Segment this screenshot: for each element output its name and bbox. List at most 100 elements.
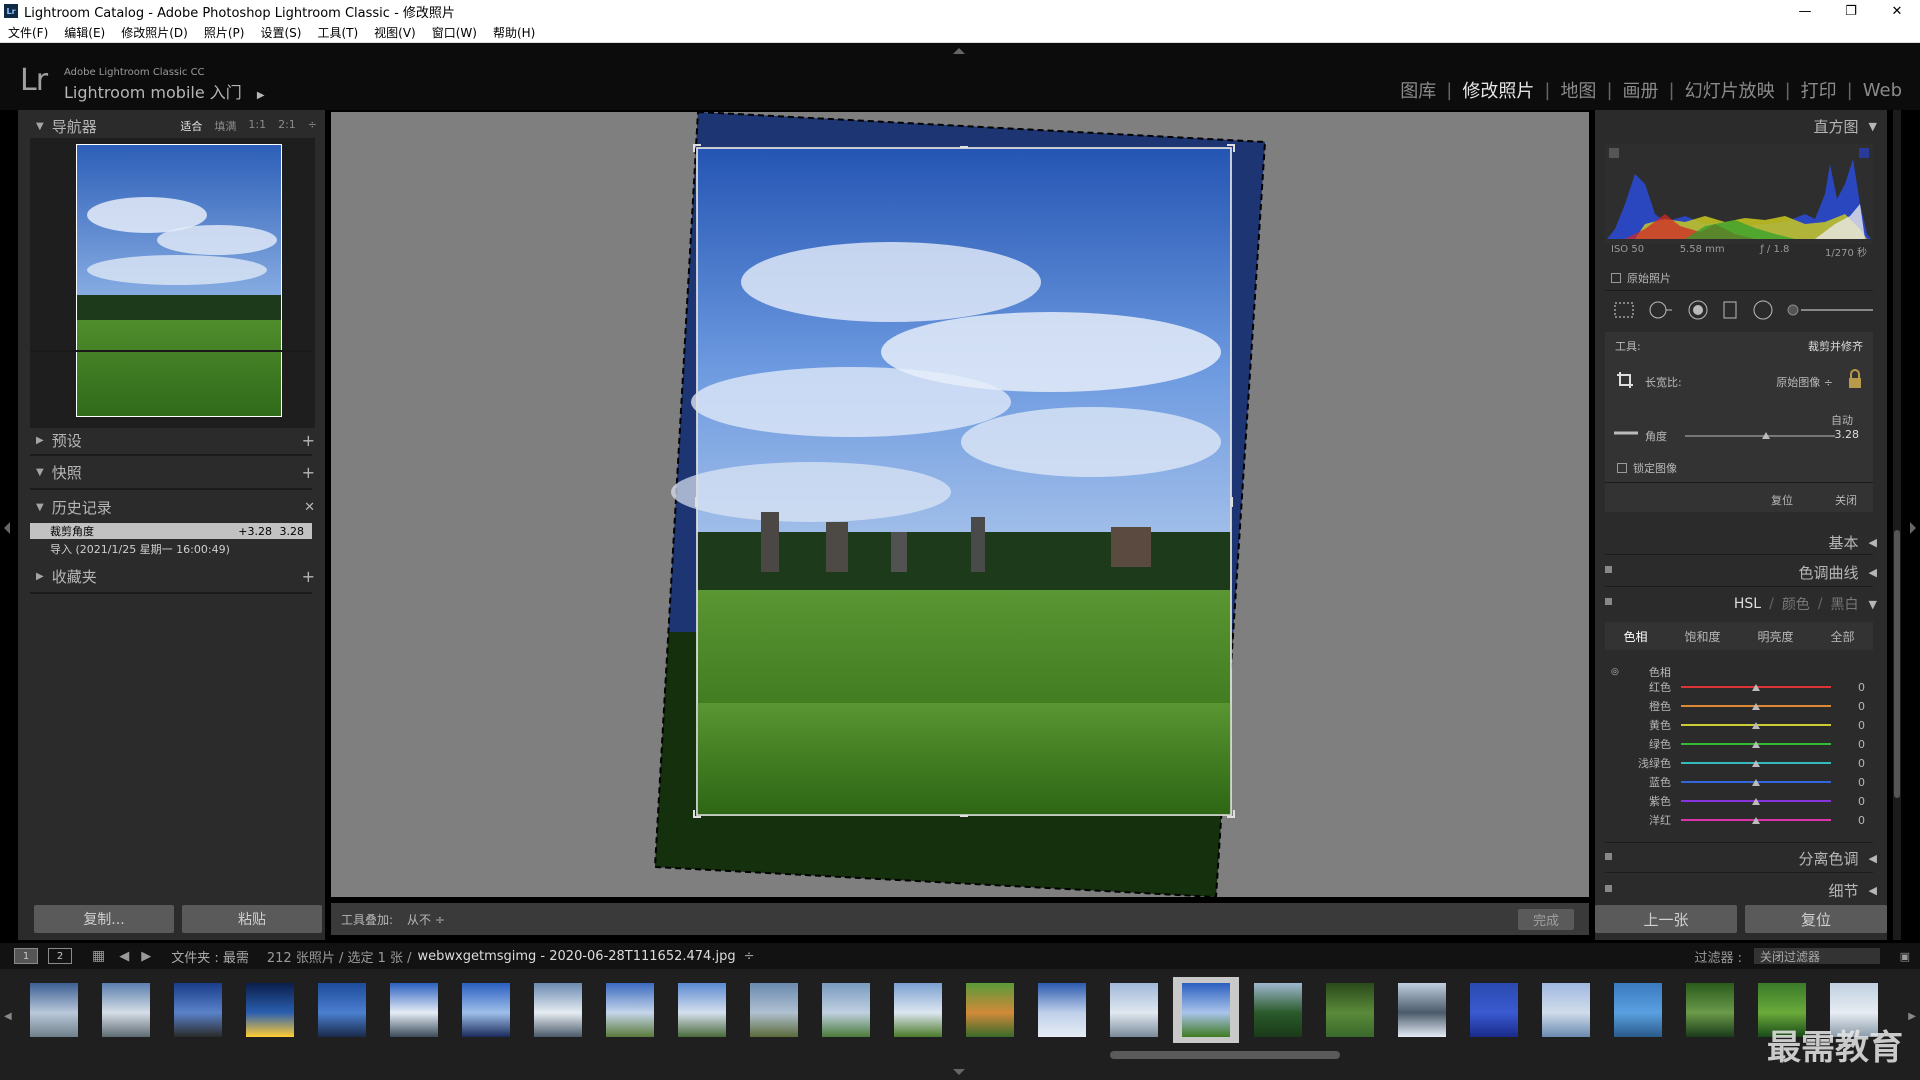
hsl-slider-thumb[interactable] — [1752, 779, 1760, 786]
filmstrip-thumbnail[interactable] — [1389, 977, 1455, 1043]
hsl-value[interactable]: 0 — [1858, 738, 1865, 751]
auto-straighten-button[interactable]: 自动 — [1831, 412, 1853, 428]
menu-item[interactable]: 照片(P) — [204, 24, 245, 41]
constrain-toggle[interactable]: 锁定图像 — [1617, 460, 1677, 476]
previous-button[interactable]: 上一张 — [1595, 905, 1737, 933]
zoom-2-1[interactable]: 2:1 — [278, 118, 296, 134]
hsl-slider-thumb[interactable] — [1752, 684, 1760, 691]
tab-hue[interactable]: 色相 — [1623, 628, 1647, 645]
tab-luminance[interactable]: 明亮度 — [1757, 628, 1793, 645]
module-tab[interactable]: 画册 — [1623, 77, 1659, 103]
menu-item[interactable]: 编辑(E) — [64, 24, 105, 41]
primary-window-button[interactable]: 1 — [14, 948, 38, 964]
module-tab[interactable]: 幻灯片放映 — [1685, 77, 1775, 103]
panel-toggle-icon[interactable] — [1605, 598, 1612, 605]
angle-value[interactable]: 3.28 — [1835, 428, 1860, 441]
filmstrip-thumbnail[interactable] — [1245, 977, 1311, 1043]
filmstrip-thumbnail[interactable] — [1317, 977, 1383, 1043]
filmstrip-thumbnail[interactable] — [669, 977, 735, 1043]
filmstrip-thumbnail-selected[interactable] — [1173, 977, 1239, 1043]
add-preset-icon[interactable]: + — [302, 431, 315, 450]
filmstrip-thumbnail[interactable] — [237, 977, 303, 1043]
clear-history-icon[interactable]: ✕ — [304, 500, 315, 515]
menu-item[interactable]: 窗口(W) — [432, 24, 477, 41]
filmstrip-scrollbar[interactable] — [1110, 1051, 1340, 1059]
module-tab[interactable]: Web — [1863, 80, 1902, 101]
filmstrip-thumbnail[interactable] — [1029, 977, 1095, 1043]
history-item[interactable]: 导入 (2021/1/25 星期一 16:00:49) — [30, 541, 312, 557]
navigator-thumbnail[interactable] — [76, 144, 282, 417]
scrollbar-thumb[interactable] — [1894, 530, 1900, 798]
histogram-header[interactable]: 直方图 ▼ — [1814, 116, 1877, 137]
zoom-fit[interactable]: 适合 — [180, 118, 202, 134]
basic-header[interactable]: 基本 ◀ — [1829, 532, 1877, 553]
back-arrow-icon[interactable]: ◀ — [119, 949, 129, 964]
detail-header[interactable]: 细节 ◀ — [1829, 880, 1877, 901]
adjustment-brush-slider-icon[interactable] — [1787, 302, 1873, 318]
filmstrip-thumbnail[interactable] — [1461, 977, 1527, 1043]
hsl-value[interactable]: 0 — [1858, 757, 1865, 770]
filter-select[interactable]: 关闭过滤器 — [1754, 948, 1880, 964]
hsl-value[interactable]: 0 — [1858, 719, 1865, 732]
filmstrip-thumbnail[interactable] — [381, 977, 447, 1043]
menu-item[interactable]: 工具(T) — [317, 24, 358, 41]
spot-removal-tool-icon[interactable] — [1648, 300, 1673, 320]
checkbox-icon[interactable] — [1617, 463, 1627, 473]
original-photo-toggle[interactable]: 原始照片 — [1611, 270, 1671, 286]
hsl-value[interactable]: 0 — [1858, 814, 1865, 827]
module-tab[interactable]: 打印 — [1801, 77, 1837, 103]
zoom-fill[interactable]: 填满 — [214, 118, 236, 134]
hsl-slider-thumb[interactable] — [1752, 817, 1760, 824]
filmstrip-thumbnail[interactable] — [165, 977, 231, 1043]
hsl-tab[interactable]: HSL — [1734, 596, 1761, 612]
split-toning-header[interactable]: 分离色调 ◀ — [1799, 848, 1877, 869]
crop-overlay-tool-icon[interactable] — [1613, 301, 1634, 319]
snapshots-header[interactable]: ▼ 快照 + — [18, 460, 325, 484]
hsl-slider-thumb[interactable] — [1752, 703, 1760, 710]
reset-button[interactable]: 复位 — [1745, 905, 1887, 933]
menu-item[interactable]: 文件(F) — [8, 24, 48, 41]
panel-toggle-icon[interactable] — [1605, 853, 1612, 860]
panel-toggle-icon[interactable] — [1605, 885, 1612, 892]
menu-item[interactable]: 视图(V) — [374, 24, 416, 41]
filmstrip-thumbnail[interactable] — [1605, 977, 1671, 1043]
crop-frame-tool-icon[interactable] — [1615, 370, 1635, 390]
radial-filter-icon[interactable] — [1752, 299, 1773, 321]
filmstrip-thumbnail[interactable] — [813, 977, 879, 1043]
filmstrip-thumbnail[interactable] — [1533, 977, 1599, 1043]
hsl-value[interactable]: 0 — [1858, 681, 1865, 694]
lock-icon[interactable] — [1847, 368, 1863, 390]
filmstrip-thumbnail[interactable] — [453, 977, 519, 1043]
filename-menu-icon[interactable]: ÷ — [744, 949, 755, 964]
color-tab[interactable]: 颜色 — [1782, 594, 1810, 614]
hsl-slider-thumb[interactable] — [1752, 798, 1760, 805]
panel-toggle-icon[interactable] — [1605, 566, 1612, 573]
module-tab[interactable]: 修改照片 — [1462, 77, 1534, 103]
filmstrip[interactable]: ◀ ▶ — [0, 969, 1920, 1080]
hsl-value[interactable]: 0 — [1858, 795, 1865, 808]
checkbox-icon[interactable] — [1611, 273, 1621, 283]
filmstrip-left-arrow-icon[interactable]: ◀ — [4, 1011, 12, 1022]
restore-button[interactable]: ❐ — [1828, 0, 1874, 22]
menu-item[interactable]: 设置(S) — [260, 24, 301, 41]
collapse-top-panel-icon[interactable] — [953, 48, 965, 54]
collapse-left-panel-icon[interactable] — [4, 522, 10, 534]
history-header[interactable]: ▼ 历史记录 ✕ — [18, 495, 325, 519]
image-canvas[interactable] — [331, 112, 1589, 897]
zoom-menu-icon[interactable]: ÷ — [308, 118, 317, 134]
menu-item[interactable]: 修改照片(D) — [121, 24, 188, 41]
angle-slider-thumb[interactable] — [1762, 432, 1770, 439]
tone-curve-header[interactable]: 色调曲线 ◀ — [1799, 562, 1877, 583]
add-collection-icon[interactable]: + — [302, 567, 315, 586]
filmstrip-thumbnail[interactable] — [309, 977, 375, 1043]
crop-reset-button[interactable]: 复位 — [1771, 492, 1793, 508]
angle-slider-track[interactable] — [1685, 435, 1835, 437]
collections-header[interactable]: ▶ 收藏夹 + — [18, 564, 325, 588]
filmstrip-thumbnail[interactable] — [957, 977, 1023, 1043]
hsl-value[interactable]: 0 — [1858, 776, 1865, 789]
presets-header[interactable]: ▶ 预设 + — [18, 428, 325, 452]
red-eye-tool-icon[interactable] — [1687, 299, 1708, 321]
add-snapshot-icon[interactable]: + — [302, 463, 315, 482]
aspect-select[interactable]: 原始图像 ÷ — [1776, 374, 1833, 390]
filmstrip-thumbnail[interactable] — [1101, 977, 1167, 1043]
